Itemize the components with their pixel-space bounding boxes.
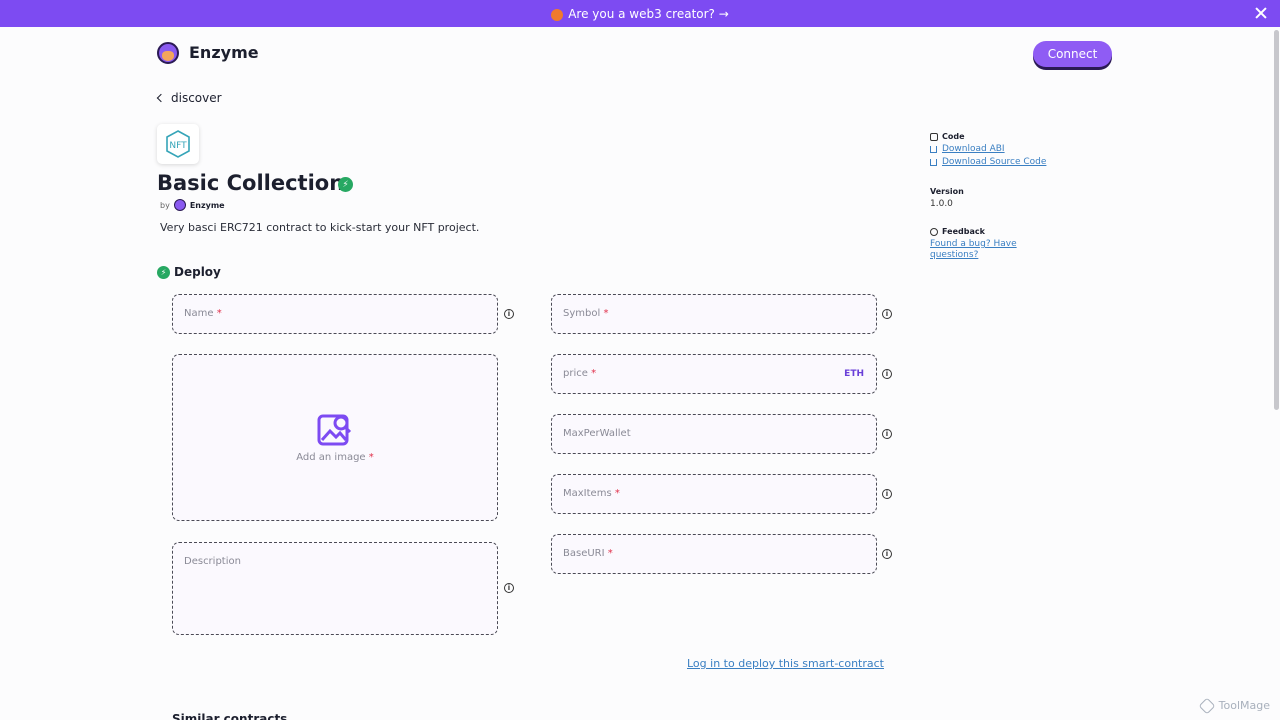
connect-button[interactable]: Connect (1033, 41, 1112, 67)
login-to-deploy-link[interactable]: Log in to deploy this smart-contract (687, 657, 884, 670)
verified-bolt-icon: ⚡ (338, 177, 353, 192)
author-row: by Enzyme (160, 199, 225, 211)
bolt-icon: ⚡ (157, 265, 170, 279)
max-items-field[interactable]: MaxItems * (551, 474, 877, 514)
svg-text:NFT: NFT (169, 141, 187, 151)
name-placeholder: Name (184, 308, 214, 319)
author-avatar (173, 199, 186, 211)
required-mark: * (216, 308, 222, 319)
author-name[interactable]: Enzyme (190, 201, 225, 210)
symbol-placeholder: Symbol (563, 308, 601, 319)
deploy-heading: ⚡ Deploy (157, 265, 221, 279)
download-icon (930, 145, 937, 153)
toolmage-logo-icon (1198, 697, 1216, 714)
download-abi-link[interactable]: Download ABI (930, 144, 1046, 154)
deploy-heading-label: Deploy (174, 265, 221, 279)
download-source-link[interactable]: Download Source Code (930, 157, 1046, 167)
enzyme-logo-icon[interactable] (157, 42, 179, 64)
max-items-placeholder: MaxItems (563, 488, 612, 499)
description-placeholder: Description (184, 556, 241, 567)
version-section: Version 1.0.0 (930, 187, 964, 209)
price-placeholder: price (563, 368, 588, 379)
by-label: by (160, 200, 170, 210)
required-mark: * (591, 368, 597, 379)
info-icon[interactable]: i (882, 309, 892, 319)
info-icon[interactable]: i (882, 549, 892, 559)
description-field[interactable]: Description (172, 542, 498, 635)
info-icon[interactable]: i (504, 309, 514, 319)
code-section: Code Download ABI Download Source Code (930, 132, 1046, 167)
download-abi-label: Download ABI (942, 144, 1005, 154)
back-to-discover-link[interactable]: discover (156, 91, 222, 105)
info-icon[interactable]: i (882, 429, 892, 439)
feedback-heading: Feedback (942, 227, 985, 236)
code-heading: Code (942, 132, 965, 141)
add-image-label: Add an image (296, 452, 366, 463)
contract-logo: NFT (157, 124, 199, 164)
required-mark: * (603, 308, 609, 319)
feedback-section: Feedback Found a bug? Have questions? (930, 227, 1040, 261)
basketball-icon (551, 8, 564, 21)
base-uri-placeholder: BaseURI (563, 548, 605, 559)
download-icon (930, 158, 937, 166)
price-unit: ETH (844, 369, 864, 379)
required-mark: * (614, 488, 620, 499)
info-icon[interactable]: i (504, 583, 514, 593)
version-heading: Version (930, 187, 964, 196)
image-upload[interactable]: Add an image * (172, 354, 498, 521)
price-field[interactable]: price * ETH (551, 354, 877, 394)
download-source-label: Download Source Code (942, 157, 1047, 167)
contract-description: Very basci ERC721 contract to kick-start… (160, 221, 480, 234)
banner-text[interactable]: Are you a web3 creator? → (568, 7, 729, 21)
back-link-label: discover (171, 91, 222, 105)
similar-contracts-heading: Similar contracts (172, 712, 288, 720)
add-image-icon (317, 414, 352, 446)
chevron-left-icon (156, 93, 166, 103)
nft-hexagon-icon: NFT (166, 130, 190, 158)
brand-name[interactable]: Enzyme (189, 43, 259, 62)
max-per-wallet-field[interactable]: MaxPerWallet (551, 414, 877, 454)
feedback-link[interactable]: Found a bug? Have questions? (930, 239, 1040, 261)
code-icon (930, 132, 938, 141)
required-mark: * (368, 452, 374, 463)
close-icon[interactable] (1254, 6, 1268, 20)
version-value: 1.0.0 (930, 199, 953, 209)
watermark: ToolMage (1198, 697, 1270, 714)
max-per-wallet-placeholder: MaxPerWallet (563, 428, 631, 439)
base-uri-field[interactable]: BaseURI * (551, 534, 877, 574)
info-icon[interactable]: i (882, 489, 892, 499)
symbol-field[interactable]: Symbol * (551, 294, 877, 334)
required-mark: * (607, 548, 613, 559)
scrollbar[interactable] (1274, 30, 1279, 410)
feedback-icon (930, 227, 938, 236)
announcement-banner[interactable]: Are you a web3 creator? → (0, 0, 1280, 27)
name-field[interactable]: Name * (172, 294, 498, 334)
info-icon[interactable]: i (882, 369, 892, 379)
watermark-text: ToolMage (1218, 699, 1270, 712)
contract-title: Basic Collection (157, 171, 345, 195)
